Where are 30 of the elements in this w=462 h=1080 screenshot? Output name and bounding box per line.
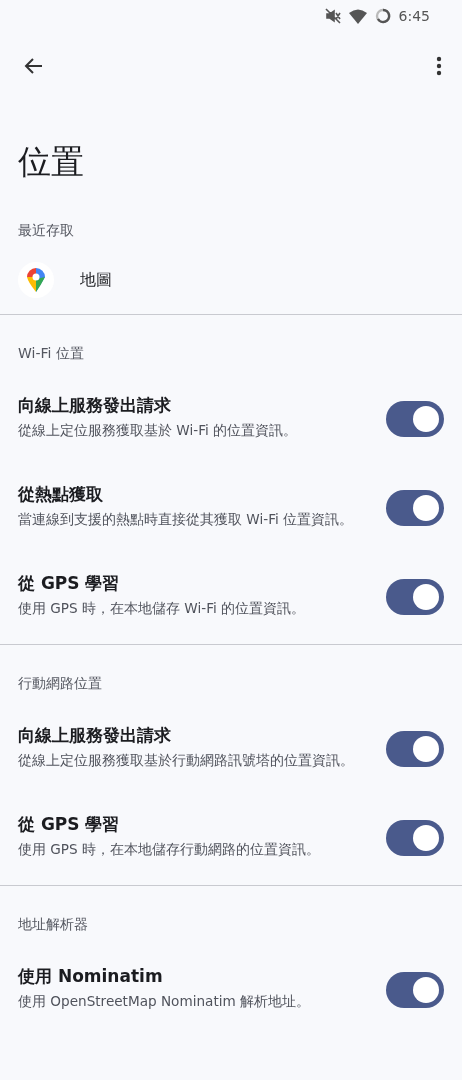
- setting-description: 從線上定位服務獲取基於 Wi-Fi 的位置資訊。: [18, 421, 299, 440]
- muted-icon: [324, 8, 341, 24]
- toggle-switch[interactable]: [386, 578, 444, 615]
- section-header: 行動網路位置: [17, 674, 103, 693]
- section-header: 地址解析器: [17, 915, 89, 934]
- setting-description: 使用 GPS 時，在本地儲存 Wi-Fi 的位置資訊。: [18, 599, 307, 618]
- battery-icon: [374, 8, 391, 24]
- toggle-switch[interactable]: [386, 971, 444, 1008]
- section-header: 最近存取: [17, 221, 75, 240]
- map-pin-icon: [18, 262, 54, 298]
- setting-description: 從線上定位服務獲取基於行動網路訊號塔的位置資訊。: [18, 751, 355, 770]
- section-header: Wi-Fi 位置: [17, 344, 85, 363]
- setting-description: 使用 OpenStreetMap Nominatim 解析地址。: [18, 992, 312, 1011]
- setting-title: 向線上服務發出請求: [18, 724, 172, 747]
- toggle-switch[interactable]: [386, 730, 444, 767]
- setting-title: 向線上服務發出請求: [18, 394, 172, 417]
- wifi-icon: [348, 8, 367, 24]
- status-time: 6:45: [398, 8, 430, 24]
- setting-title: 從熱點獲取: [18, 483, 104, 506]
- more-vertical-icon[interactable]: [436, 56, 442, 76]
- toggle-switch[interactable]: [386, 400, 444, 437]
- toggle-switch[interactable]: [386, 489, 444, 526]
- toggle-switch[interactable]: [386, 819, 444, 856]
- page-title: 位置: [18, 141, 85, 183]
- app-name[interactable]: 地圖: [80, 269, 112, 291]
- setting-title: 使用 Nominatim: [18, 965, 164, 988]
- setting-title: 從 GPS 學習: [18, 572, 121, 595]
- setting-description: 當連線到支援的熱點時直接從其獲取 Wi-Fi 位置資訊。: [18, 510, 355, 529]
- setting-description: 使用 GPS 時，在本地儲存行動網路的位置資訊。: [18, 840, 321, 859]
- setting-title: 從 GPS 學習: [18, 813, 121, 836]
